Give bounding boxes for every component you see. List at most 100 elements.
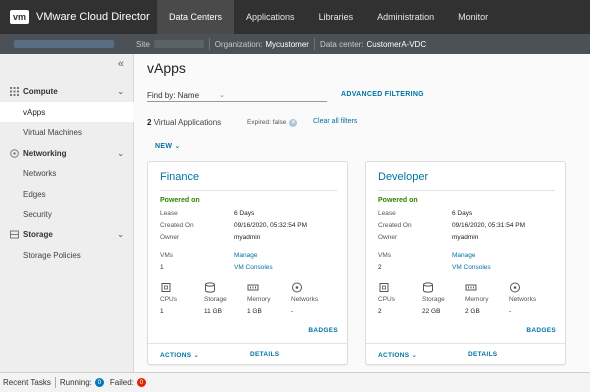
divider <box>160 190 337 191</box>
site-label: Site <box>136 39 150 49</box>
chevron-down-icon: ⌄ <box>117 148 124 158</box>
divider <box>148 343 347 344</box>
failed-count-badge[interactable]: 0 <box>136 378 146 387</box>
tab-libraries[interactable]: Libraries <box>307 0 366 34</box>
tab-applications[interactable]: Applications <box>234 0 307 34</box>
clear-all-filters-link[interactable]: Clear all filters <box>313 118 357 125</box>
organization-value[interactable]: Mycustomer <box>265 40 309 49</box>
vapp-name[interactable]: Developer <box>378 171 428 183</box>
vapp-name[interactable]: Finance <box>160 171 199 183</box>
manage-link[interactable]: Manage <box>234 252 258 259</box>
tab-data-centers[interactable]: Data Centers <box>157 0 235 34</box>
advanced-filtering-button[interactable]: ADVANCED FILTERING <box>341 91 424 98</box>
running-count-badge[interactable]: 0 <box>94 378 104 387</box>
sidebar-group-label: Compute <box>23 86 58 96</box>
grid-icon <box>10 86 19 96</box>
page-title: vApps <box>147 60 186 76</box>
divider <box>54 377 56 388</box>
sidebar: « Compute ⌄ vApps Virtual Machines Netwo… <box>0 54 134 372</box>
lease-label: Lease <box>160 210 178 217</box>
sidebar-group-storage[interactable]: Storage ⌄ <box>0 224 134 244</box>
vm-consoles-link[interactable]: VM Consoles <box>234 264 273 271</box>
sidebar-item-label: Storage Policies <box>23 250 81 260</box>
power-status: Powered on <box>160 197 200 204</box>
storage-icon <box>10 230 19 238</box>
storage-label: Storage <box>422 296 445 303</box>
data-center-value[interactable]: CustomerA-VDC <box>367 40 427 49</box>
details-button[interactable]: DETAILS <box>250 351 279 358</box>
sidebar-item-virtual-machines[interactable]: Virtual Machines <box>0 122 134 142</box>
failed-label: Failed: <box>109 378 134 387</box>
lease-value: 6 Days <box>452 210 473 217</box>
sidebar-item-label: vApps <box>23 107 46 117</box>
actions-dropdown[interactable]: ACTIONS ⌄ <box>160 351 199 359</box>
collapse-sidebar-button[interactable]: « <box>118 58 124 70</box>
sidebar-item-networks[interactable]: Networks <box>0 163 134 183</box>
brand[interactable]: vm VMware Cloud Director <box>0 0 157 34</box>
lease-label: Lease <box>378 210 396 217</box>
network-icon <box>510 282 520 293</box>
vms-value: 2 <box>378 264 382 271</box>
memory-label: Memory <box>247 296 271 303</box>
redacted-site-name <box>153 40 204 48</box>
sidebar-item-label: Virtual Machines <box>23 127 82 137</box>
close-icon[interactable]: ✕ <box>289 118 298 127</box>
cpu-icon <box>379 283 389 292</box>
tab-administration[interactable]: Administration <box>365 0 446 34</box>
manage-link[interactable]: Manage <box>452 252 476 259</box>
context-bar: Site Organization: Mycustomer Data cente… <box>0 34 590 54</box>
owner-label: Owner <box>160 234 180 241</box>
badges-button[interactable]: BADGES <box>308 327 338 334</box>
created-label: Created On <box>378 222 412 229</box>
sidebar-item-vapps[interactable]: vApps <box>0 102 134 122</box>
lease-value: 6 Days <box>234 210 255 217</box>
memory-value: 1 GB <box>247 308 262 315</box>
sidebar-item-storage-policies[interactable]: Storage Policies <box>0 245 134 265</box>
chevron-down-icon: ⌄ <box>117 86 124 96</box>
power-status: Powered on <box>378 197 418 204</box>
actions-dropdown[interactable]: ACTIONS ⌄ <box>378 351 417 359</box>
storage-value: 11 GB <box>204 308 222 315</box>
new-button[interactable]: NEW ⌄ <box>155 142 181 150</box>
owner-value: myadmin <box>452 234 479 241</box>
details-button[interactable]: DETAILS <box>468 351 497 358</box>
top-nav: vm VMware Cloud Director Data Centers Ap… <box>0 0 590 34</box>
network-icon <box>292 282 302 293</box>
networks-value: - <box>509 308 512 315</box>
sidebar-item-label: Security <box>23 209 52 219</box>
vapp-count-text: Virtual Applications <box>153 118 222 127</box>
divider <box>366 343 565 344</box>
vms-label: VMs <box>378 252 391 259</box>
storage-label: Storage <box>204 296 227 303</box>
cpus-label: CPUs <box>160 296 177 303</box>
sidebar-item-security[interactable]: Security <box>0 204 134 224</box>
find-by-select[interactable]: Find by: Name ⌄ <box>147 89 327 102</box>
storage-icon <box>423 282 433 293</box>
organization-label: Organization: <box>214 39 263 49</box>
sidebar-group-compute[interactable]: Compute ⌄ <box>0 81 134 101</box>
sidebar-group-label: Networking <box>23 148 67 158</box>
cpus-value: 2 <box>378 308 382 315</box>
tab-monitor[interactable]: Monitor <box>446 0 500 34</box>
app-title: VMware Cloud Director <box>36 11 150 23</box>
networks-value: - <box>291 308 294 315</box>
cpu-icon <box>161 283 171 292</box>
vapp-card-finance: Finance Powered on Lease 6 Days Created … <box>147 161 348 365</box>
vms-label: VMs <box>160 252 173 259</box>
sidebar-group-networking[interactable]: Networking ⌄ <box>0 143 134 163</box>
memory-label: Memory <box>465 296 489 303</box>
memory-value: 2 GB <box>465 308 480 315</box>
redacted-site-selector[interactable] <box>14 40 114 48</box>
badges-button[interactable]: BADGES <box>526 327 556 334</box>
created-value: 09/16/2020, 05:32:54 PM <box>234 222 308 229</box>
vm-consoles-link[interactable]: VM Consoles <box>452 264 491 271</box>
sidebar-group-label: Storage <box>23 229 53 239</box>
owner-value: myadmin <box>234 234 261 241</box>
vapp-count-number: 2 <box>147 118 152 127</box>
data-center-label: Data center: <box>319 39 364 49</box>
recent-tasks-bar: Recent Tasks Running: 0 Failed: 0 <box>0 372 590 392</box>
vms-value: 1 <box>160 264 164 271</box>
memory-icon <box>465 284 477 291</box>
sidebar-item-edges[interactable]: Edges <box>0 184 134 204</box>
recent-tasks-toggle[interactable]: Recent Tasks <box>3 378 51 387</box>
